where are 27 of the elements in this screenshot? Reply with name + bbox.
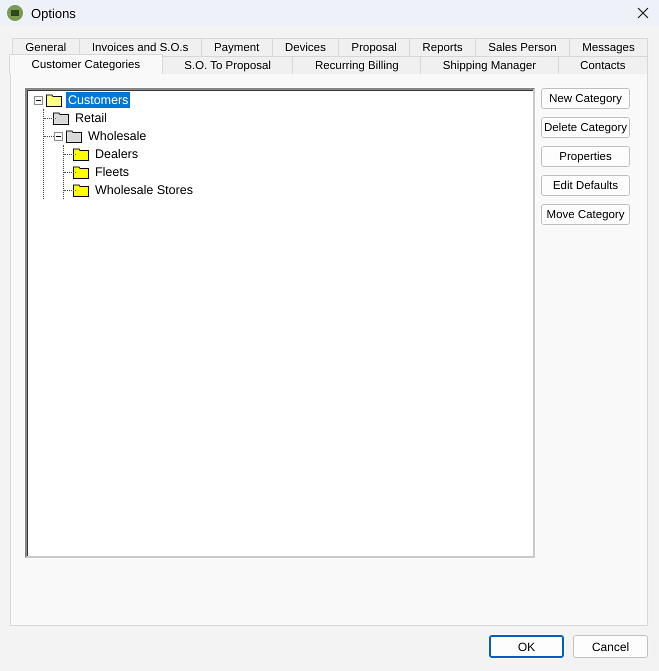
dialog-button[interactable]: Cancel bbox=[573, 635, 648, 658]
tab[interactable]: Messages bbox=[568, 38, 648, 56]
tree-item[interactable]: Dealers bbox=[93, 146, 140, 162]
tree-item[interactable]: Retail bbox=[73, 110, 109, 126]
side-button[interactable]: New Category bbox=[541, 88, 630, 109]
tab[interactable]: Payment bbox=[200, 38, 273, 56]
tree-item[interactable]: Customers bbox=[66, 92, 130, 108]
dialog-button[interactable]: OK bbox=[489, 635, 564, 658]
side-button[interactable]: Delete Category bbox=[541, 117, 630, 138]
tab[interactable]: Shipping Manager bbox=[420, 56, 559, 74]
tab[interactable]: S.O. To Proposal bbox=[162, 56, 294, 74]
side-button[interactable]: Edit Defaults bbox=[541, 175, 630, 196]
tab[interactable]: Proposal bbox=[338, 38, 410, 56]
collapse-icon[interactable] bbox=[34, 96, 43, 104]
tree-item[interactable]: Fleets bbox=[93, 164, 132, 180]
side-button[interactable]: Move Category bbox=[541, 204, 630, 225]
tree-item[interactable]: Wholesale bbox=[86, 128, 148, 144]
app-icon bbox=[7, 5, 23, 21]
collapse-icon[interactable] bbox=[54, 132, 63, 140]
tab[interactable]: Contacts bbox=[558, 56, 648, 74]
side-button[interactable]: Properties bbox=[541, 146, 630, 167]
tree-item[interactable]: Wholesale Stores bbox=[93, 182, 195, 198]
window-title: Options bbox=[31, 6, 77, 20]
tab[interactable]: Reports bbox=[409, 38, 476, 56]
close-icon[interactable] bbox=[637, 7, 649, 19]
tab[interactable]: Customer Categories bbox=[9, 54, 163, 74]
tab[interactable]: Recurring Billing bbox=[292, 56, 422, 74]
